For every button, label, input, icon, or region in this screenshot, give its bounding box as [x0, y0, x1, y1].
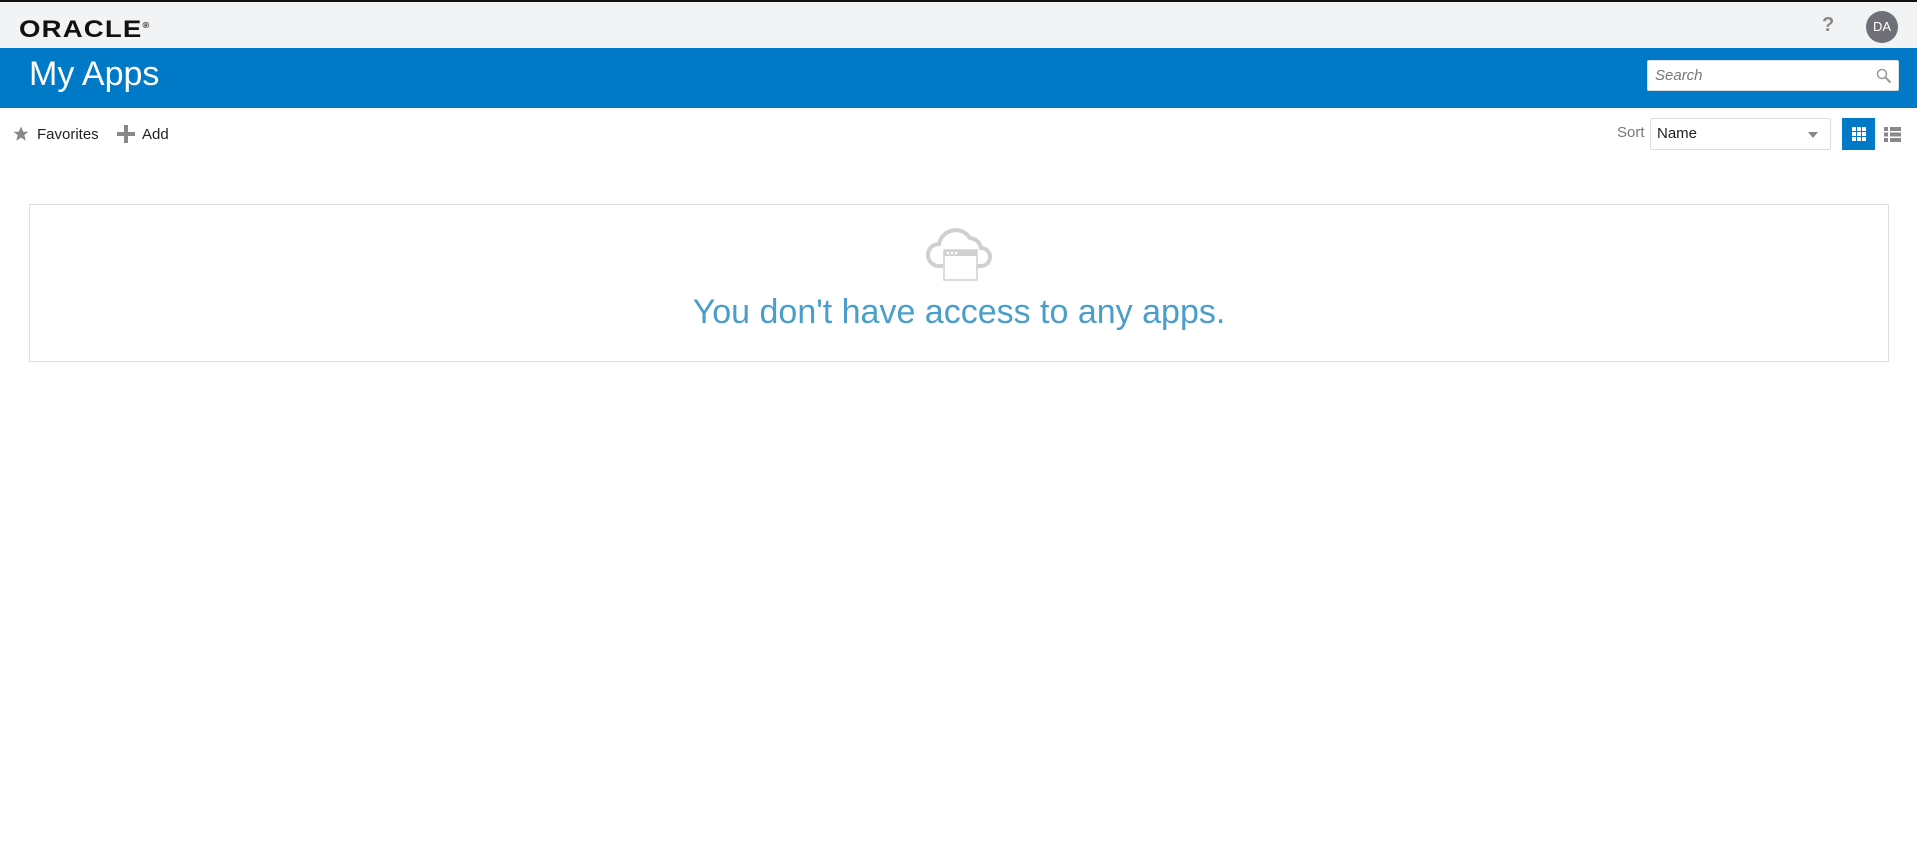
star-icon — [13, 126, 29, 141]
chevron-down-icon — [1808, 132, 1818, 138]
cloud-app-icon — [926, 228, 992, 281]
add-button[interactable]: Add — [117, 120, 169, 148]
favorites-label: Favorites — [37, 125, 99, 143]
add-label: Add — [142, 125, 169, 143]
list-icon — [1883, 126, 1901, 142]
sort-select[interactable]: Name — [1650, 118, 1831, 150]
search-box — [1647, 60, 1899, 91]
favorites-button[interactable]: Favorites — [12, 120, 99, 148]
grid-view-button[interactable] — [1842, 118, 1875, 150]
search-icon[interactable] — [1876, 68, 1892, 84]
sort-value: Name — [1657, 125, 1698, 142]
empty-message: You don't have access to any apps. — [692, 293, 1226, 331]
help-icon[interactable]: ? — [1822, 14, 1834, 37]
banner: My Apps — [0, 48, 1917, 108]
plus-icon — [117, 125, 135, 143]
empty-state-panel: You don't have access to any apps. — [29, 204, 1889, 362]
search-input[interactable] — [1648, 61, 1863, 90]
avatar[interactable]: DA — [1866, 11, 1898, 43]
oracle-logo[interactable]: ORACLE® — [19, 16, 150, 44]
grid-icon — [1851, 127, 1866, 141]
logo-text: ORACLE — [19, 16, 143, 43]
page-title: My Apps — [29, 55, 160, 93]
sort-label: Sort — [1617, 124, 1645, 141]
top-bar: ORACLE® ? DA — [0, 0, 1917, 48]
list-view-button[interactable] — [1880, 118, 1904, 150]
